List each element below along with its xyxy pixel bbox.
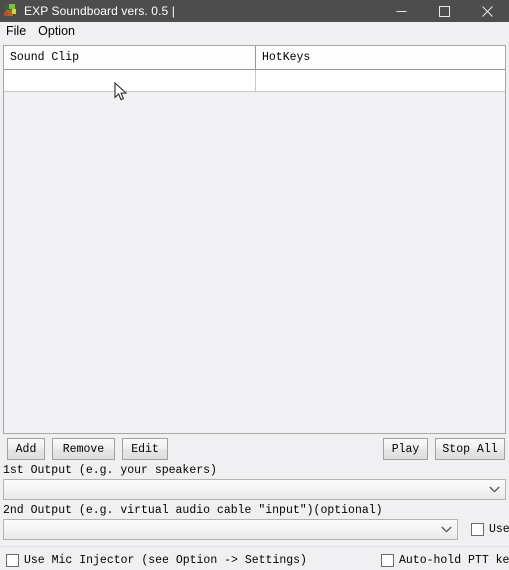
second-output-select[interactable] xyxy=(3,519,458,540)
table-header: Sound Clip HotKeys xyxy=(4,46,505,70)
footer-separator xyxy=(0,546,509,547)
use-mic-injector-label: Use Mic Injector (see Option -> Settings… xyxy=(24,554,307,567)
auto-hold-ptt-checkbox[interactable]: Auto-hold PTT key(s) xyxy=(381,554,509,567)
sound-clip-table[interactable]: Sound Clip HotKeys xyxy=(3,45,506,434)
column-header-sound-clip[interactable]: Sound Clip xyxy=(4,46,256,69)
chevron-down-icon[interactable] xyxy=(483,480,505,499)
minimize-button[interactable] xyxy=(380,0,423,22)
minimize-icon xyxy=(396,10,407,12)
edit-button[interactable]: Edit xyxy=(122,438,168,460)
app-window: EXP Soundboard vers. 0.5 | File Option S… xyxy=(0,0,509,570)
checkbox-box[interactable] xyxy=(6,554,19,567)
use-mic-injector-checkbox[interactable]: Use Mic Injector (see Option -> Settings… xyxy=(6,554,307,567)
auto-hold-ptt-label: Auto-hold PTT key(s) xyxy=(399,554,509,567)
maximize-button[interactable] xyxy=(423,0,466,22)
close-icon xyxy=(482,5,493,17)
checkbox-box[interactable] xyxy=(471,523,484,536)
play-button[interactable]: Play xyxy=(383,438,428,460)
maximize-icon xyxy=(439,5,450,17)
cell-hotkeys[interactable] xyxy=(256,70,505,91)
close-button[interactable] xyxy=(466,0,509,22)
first-output-select[interactable] xyxy=(3,479,506,500)
first-output-label: 1st Output (e.g. your speakers) xyxy=(3,464,217,477)
menu-bar: File Option xyxy=(0,22,509,41)
table-empty-area[interactable] xyxy=(4,92,505,433)
column-header-hotkeys[interactable]: HotKeys xyxy=(256,46,505,69)
title-bar: EXP Soundboard vers. 0.5 | xyxy=(0,0,509,22)
table-row[interactable] xyxy=(4,70,505,92)
second-output-label: 2nd Output (e.g. virtual audio cable "in… xyxy=(3,504,383,517)
menu-item-option[interactable]: Option xyxy=(32,22,81,41)
second-output-use-label: Use xyxy=(489,523,509,536)
stop-all-button[interactable]: Stop All xyxy=(435,438,505,460)
add-button[interactable]: Add xyxy=(7,438,45,460)
app-icon xyxy=(3,3,19,19)
second-output-use-checkbox[interactable]: Use xyxy=(471,523,509,536)
checkbox-box[interactable] xyxy=(381,554,394,567)
remove-button[interactable]: Remove xyxy=(52,438,115,460)
chevron-down-icon[interactable] xyxy=(435,520,457,539)
window-title: EXP Soundboard vers. 0.5 | xyxy=(24,4,175,18)
menu-item-file[interactable]: File xyxy=(0,22,32,41)
cell-sound-clip[interactable] xyxy=(4,70,256,91)
